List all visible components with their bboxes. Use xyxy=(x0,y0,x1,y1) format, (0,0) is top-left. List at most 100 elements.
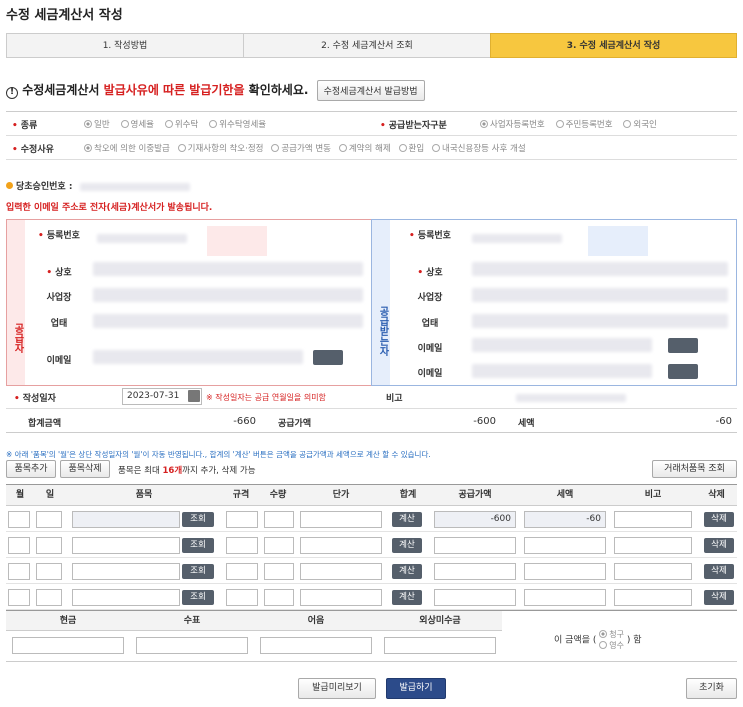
spec-input[interactable] xyxy=(226,589,258,606)
issue-method-button[interactable]: 수정세금계산서 발급방법 xyxy=(316,80,425,101)
partner-item-lookup-button[interactable]: 거래처품목 조회 xyxy=(652,460,737,478)
buyer-addr-label: 사업장 xyxy=(417,293,443,303)
day-input[interactable] xyxy=(36,563,62,580)
month-input[interactable] xyxy=(8,537,30,554)
cash-input[interactable] xyxy=(12,637,124,654)
radio-icon[interactable] xyxy=(338,144,347,152)
radio-icon[interactable] xyxy=(599,630,608,638)
item-lookup-button[interactable]: 조회 xyxy=(182,512,214,527)
calc-button[interactable]: 계산 xyxy=(392,538,422,553)
price-input[interactable] xyxy=(300,511,382,528)
tax-input[interactable] xyxy=(524,537,606,554)
radio-icon[interactable] xyxy=(480,120,488,128)
price-input[interactable] xyxy=(300,563,382,580)
month-input[interactable] xyxy=(8,511,30,528)
radio-icon[interactable] xyxy=(599,641,608,649)
supply-input[interactable] xyxy=(434,563,516,580)
supplier-email-button[interactable] xyxy=(313,350,343,365)
preview-button[interactable]: 발급미리보기 xyxy=(298,678,376,699)
reason-options[interactable]: 착오에 의한 이중발급 기재사항의 착오·정정 공급가액 변동 계약의 해제 환… xyxy=(84,142,526,154)
row-delete-button[interactable]: 삭제 xyxy=(704,512,734,527)
qty-input[interactable] xyxy=(264,511,294,528)
item-limit-info: 품목은 최대 16개까지 추가, 삭제 가능 xyxy=(118,466,256,476)
tax-input[interactable]: -60 xyxy=(524,511,606,528)
radio-icon[interactable] xyxy=(177,144,186,152)
option-grid: • 종류 일반 영세율 위수탁 위수탁영세율 • 공급받는자구분 사업자등록번호 주… xyxy=(6,111,737,160)
receiver-label: • 공급받는자구분 xyxy=(380,121,447,131)
radio-icon[interactable] xyxy=(555,120,564,128)
charge-option[interactable]: 청구 xyxy=(599,629,624,640)
credit-input[interactable] xyxy=(384,637,496,654)
day-input[interactable] xyxy=(36,511,62,528)
radio-icon[interactable] xyxy=(84,144,92,152)
remark-input[interactable] xyxy=(614,589,692,606)
write-date-label: • 작성일자 xyxy=(14,394,56,404)
receipt-option[interactable]: 영수 xyxy=(599,640,624,651)
calc-button[interactable]: 계산 xyxy=(392,564,422,579)
item-input[interactable] xyxy=(72,511,180,528)
item-toolbar: 품목추가 품목삭제 품목은 최대 16개까지 추가, 삭제 가능 거래처품목 조… xyxy=(6,460,737,481)
qty-input[interactable] xyxy=(264,537,294,554)
item-lookup-button[interactable]: 조회 xyxy=(182,590,214,605)
day-input[interactable] xyxy=(36,589,62,606)
note-input[interactable] xyxy=(260,637,372,654)
item-input[interactable] xyxy=(72,537,180,554)
totals-row: 합계금액 -660 공급가액 -600 세액 -60 xyxy=(6,409,737,433)
month-input[interactable] xyxy=(8,563,30,580)
supply-input[interactable] xyxy=(434,589,516,606)
spec-input[interactable] xyxy=(226,537,258,554)
remark-input[interactable] xyxy=(614,511,692,528)
receiver-options[interactable]: 사업자등록번호 주민등록번호 외국인 xyxy=(480,118,665,130)
radio-icon[interactable] xyxy=(623,120,632,128)
reason-label: • 수정사유 xyxy=(12,145,54,155)
item-lookup-button[interactable]: 조회 xyxy=(182,564,214,579)
radio-icon[interactable] xyxy=(398,144,407,152)
qty-input[interactable] xyxy=(264,589,294,606)
item-add-button[interactable]: 품목추가 xyxy=(6,460,56,478)
item-delete-button[interactable]: 품목삭제 xyxy=(60,460,110,478)
radio-icon[interactable] xyxy=(84,120,92,128)
day-input[interactable] xyxy=(36,537,62,554)
buyer-email-button[interactable] xyxy=(668,338,698,353)
row-delete-button[interactable]: 삭제 xyxy=(704,590,734,605)
step-3: 3. 수정 세금계산서 작성 xyxy=(490,33,737,58)
radio-icon[interactable] xyxy=(164,120,173,128)
item-input[interactable] xyxy=(72,563,180,580)
check-input[interactable] xyxy=(136,637,248,654)
issue-button[interactable]: 발급하기 xyxy=(386,678,446,699)
item-input[interactable] xyxy=(72,589,180,606)
month-input[interactable] xyxy=(8,589,30,606)
col-spec: 규격 xyxy=(232,490,250,500)
radio-icon[interactable] xyxy=(271,144,280,152)
amount-prefix: 이 금액을 ( xyxy=(554,635,597,646)
remark-input[interactable] xyxy=(614,563,692,580)
item-lookup-button[interactable]: 조회 xyxy=(182,538,214,553)
price-input[interactable] xyxy=(300,537,382,554)
radio-icon[interactable] xyxy=(209,120,218,128)
tax-input[interactable] xyxy=(524,589,606,606)
price-input[interactable] xyxy=(300,589,382,606)
row-delete-button[interactable]: 삭제 xyxy=(704,538,734,553)
spec-input[interactable] xyxy=(226,563,258,580)
buyer-email2-button[interactable] xyxy=(668,364,698,379)
calc-button[interactable]: 계산 xyxy=(392,512,422,527)
reset-button[interactable]: 초기화 xyxy=(686,678,737,699)
calc-button[interactable]: 계산 xyxy=(392,590,422,605)
col-day: 일 xyxy=(45,490,55,500)
calendar-icon[interactable] xyxy=(188,390,200,402)
radio-icon[interactable] xyxy=(120,120,129,128)
row-delete-button[interactable]: 삭제 xyxy=(704,564,734,579)
spec-input[interactable] xyxy=(226,511,258,528)
warning-icon: ! xyxy=(6,87,18,99)
supply-input[interactable] xyxy=(434,537,516,554)
tax-value: -60 xyxy=(715,416,732,427)
masked-text xyxy=(97,234,187,243)
supply-input[interactable]: -600 xyxy=(434,511,516,528)
type-options[interactable]: 일반 영세율 위수탁 위수탁영세율 xyxy=(84,118,274,130)
tax-input[interactable] xyxy=(524,563,606,580)
buyer-biz-label: 업태 xyxy=(421,319,439,329)
remark-input[interactable] xyxy=(614,537,692,554)
radio-icon[interactable] xyxy=(432,144,441,152)
total-value: -660 xyxy=(233,416,256,427)
qty-input[interactable] xyxy=(264,563,294,580)
